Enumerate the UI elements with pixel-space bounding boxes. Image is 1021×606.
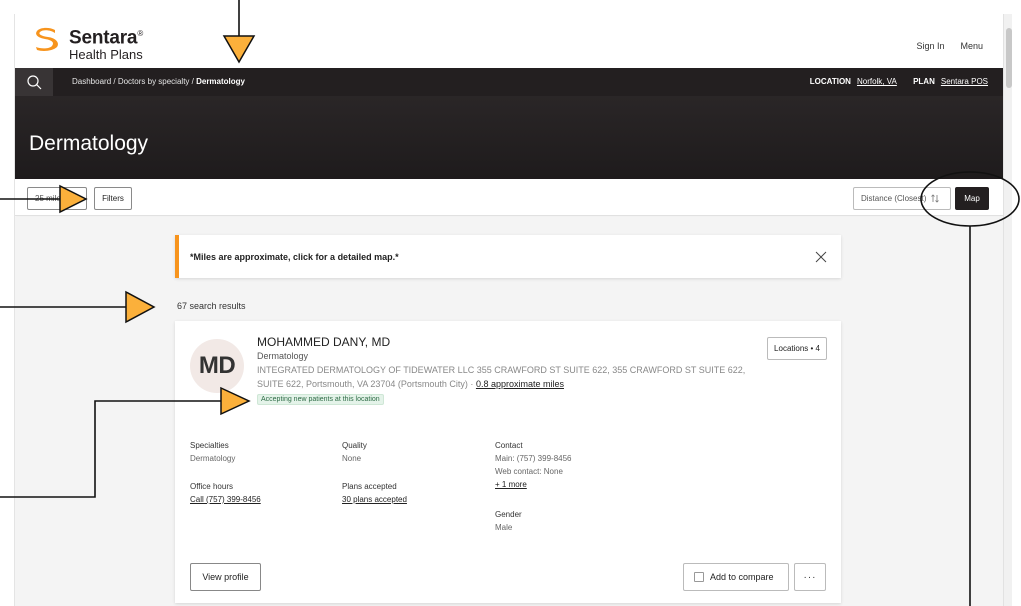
specialties-value: Dermatology <box>190 454 236 463</box>
sort-label: Distance (Closest) <box>861 194 927 203</box>
brand-subtitle: Health Plans <box>69 47 143 63</box>
sentara-logo-icon <box>36 27 58 51</box>
locations-button[interactable]: Locations • 4 <box>767 337 827 360</box>
contact-web: Web contact: None <box>495 467 563 476</box>
distance-link[interactable]: 0.8 approximate miles <box>476 379 564 389</box>
notice-text: *Miles are approximate, click for a deta… <box>190 252 399 262</box>
gender-label: Gender <box>495 510 522 519</box>
avatar: MD <box>190 339 244 393</box>
contact-label: Contact <box>495 441 523 450</box>
brand-name: Sentara® <box>69 27 144 49</box>
breadcrumb-dashboard[interactable]: Dashboard / <box>72 77 116 86</box>
gender-section: Gender Male <box>495 508 522 534</box>
plans-label: Plans accepted <box>342 482 397 491</box>
filter-bar: 25 miles Filters Distance (Closest) Map <box>15 179 1003 216</box>
location-label: LOCATION <box>809 77 851 86</box>
quality-label: Quality <box>342 441 367 450</box>
top-bar: Sentara® Health Plans Sign In Menu <box>15 14 1003 68</box>
close-icon[interactable] <box>815 251 827 263</box>
search-icon <box>26 74 41 89</box>
contact-more-link[interactable]: + 1 more <box>495 478 572 491</box>
browser-page: Sentara® Health Plans Sign In Menu Dashb… <box>14 14 1012 606</box>
plans-section: Plans accepted 30 plans accepted <box>342 480 407 506</box>
plan-link[interactable]: Sentara POS <box>941 77 988 86</box>
provider-address: INTEGRATED DERMATOLOGY OF TIDEWATER LLC … <box>257 363 747 391</box>
provider-card: MD MOHAMMED DANY, MD Dermatology INTEGRA… <box>175 321 841 603</box>
gender-value: Male <box>495 523 513 532</box>
add-to-compare-label: Add to compare <box>710 572 774 582</box>
office-hours-phone-link[interactable]: Call (757) 399-8456 <box>190 493 261 506</box>
location-link[interactable]: Norfolk, VA <box>857 77 897 86</box>
quality-value: None <box>342 454 362 463</box>
accepting-patients-badge: Accepting new patients at this location <box>257 394 384 405</box>
search-result-count: 67 search results <box>177 301 246 311</box>
office-hours-section: Office hours Call (757) 399-8456 <box>190 480 261 506</box>
location-plan: LOCATION Norfolk, VA PLAN Sentara POS <box>810 77 988 86</box>
results-area: *Miles are approximate, click for a deta… <box>15 217 1003 606</box>
sort-dropdown[interactable]: Distance (Closest) <box>853 187 951 210</box>
office-hours-label: Office hours <box>190 482 233 491</box>
add-to-compare[interactable]: Add to compare <box>683 563 789 591</box>
breadcrumb: Dashboard / Doctors by specialty / Derma… <box>72 77 245 86</box>
breadcrumb-bar: Dashboard / Doctors by specialty / Derma… <box>15 68 1003 96</box>
specialties-label: Specialties <box>190 441 229 450</box>
provider-name[interactable]: MOHAMMED DANY, MD <box>257 335 390 349</box>
search-button[interactable] <box>15 68 53 96</box>
page-header: Dermatology <box>15 96 1003 179</box>
contact-section: Contact Main: (757) 399-8456 Web contact… <box>495 439 572 491</box>
more-options-button[interactable]: ··· <box>794 563 826 591</box>
filters-button[interactable]: Filters <box>94 187 132 210</box>
sort-icon <box>931 194 940 203</box>
sentara-logo[interactable]: Sentara® Health Plans <box>31 24 143 62</box>
breadcrumb-current: Dermatology <box>196 77 245 86</box>
miles-notice-banner: *Miles are approximate, click for a deta… <box>175 235 841 278</box>
page-title: Dermatology <box>29 132 149 155</box>
sign-in-link[interactable]: Sign In <box>916 41 944 51</box>
view-profile-button[interactable]: View profile <box>190 563 261 591</box>
provider-specialty: Dermatology <box>257 351 309 361</box>
map-button[interactable]: Map <box>955 187 989 210</box>
scrollbar[interactable] <box>1003 14 1012 606</box>
compare-checkbox[interactable] <box>694 572 704 582</box>
scrollbar-thumb[interactable] <box>1006 28 1012 88</box>
menu-link[interactable]: Menu <box>960 41 983 51</box>
miles-dropdown[interactable]: 25 miles <box>27 187 87 210</box>
quality-section: Quality None <box>342 439 367 465</box>
specialties-section: Specialties Dermatology <box>190 439 235 465</box>
plans-accepted-link[interactable]: 30 plans accepted <box>342 493 407 506</box>
breadcrumb-doctors-by-specialty[interactable]: Doctors by specialty / <box>118 77 194 86</box>
contact-main: Main: (757) 399-8456 <box>495 454 572 463</box>
plan-label: PLAN <box>913 77 935 86</box>
